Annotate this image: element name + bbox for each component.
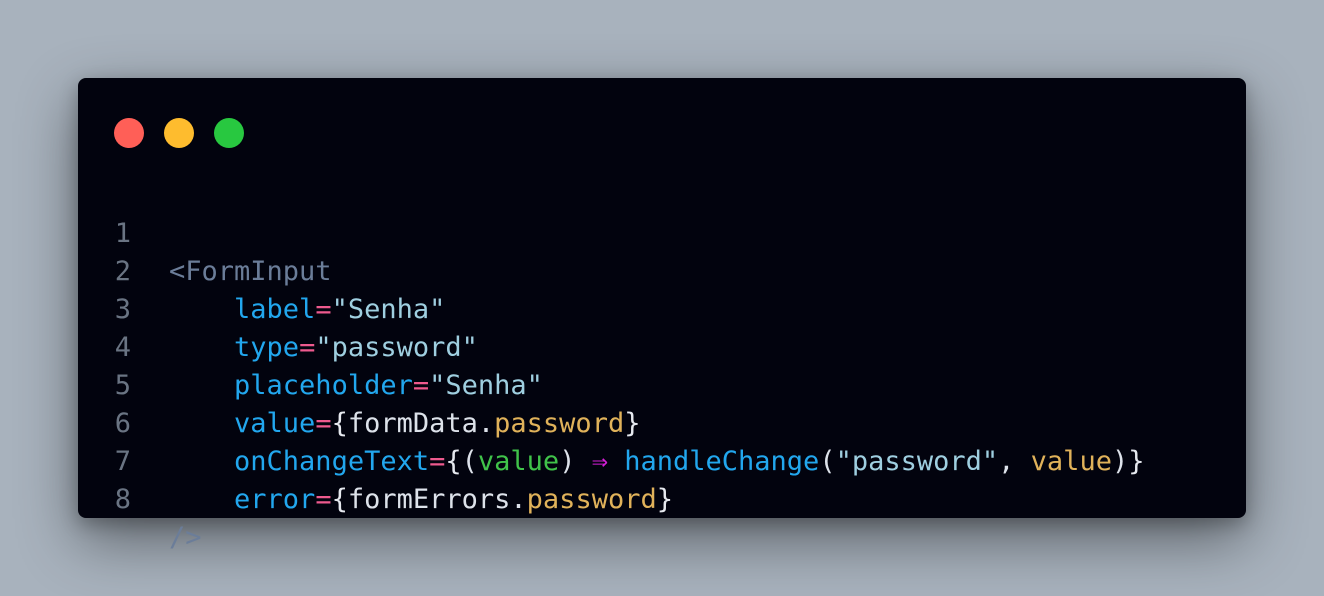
code-line-8: 8 /> <box>78 443 202 553</box>
attr-name: value <box>234 408 316 439</box>
open-brace: { <box>331 484 348 515</box>
attr-name: error <box>234 484 316 515</box>
line-source: <FormInput <box>169 253 332 291</box>
line-source: label="Senha" <box>169 291 445 329</box>
attr-name: onChangeText <box>234 446 430 477</box>
open-brace: { <box>331 408 348 439</box>
close-brace: } <box>1128 446 1145 477</box>
value-argument: value <box>1030 446 1112 477</box>
property-name: password <box>494 408 625 439</box>
arrow-operator: ⇒ <box>591 446 608 477</box>
property-name: password <box>526 484 657 515</box>
close-dot-icon[interactable] <box>114 118 144 148</box>
line-source: error={formErrors.password} <box>169 481 673 519</box>
window-controls <box>114 118 244 148</box>
code-window: 1 <FormInput 2 label="Senha" 3 type="pas… <box>78 78 1246 553</box>
open-brace: { <box>445 446 462 477</box>
attr-equals: = <box>315 408 332 439</box>
code-line-5: 5 value={formData.password} <box>78 329 641 439</box>
attr-equals: = <box>315 484 332 515</box>
line-source: value={formData.password} <box>169 405 640 443</box>
code-line-1: 1 <FormInput <box>78 177 332 287</box>
call-close-paren: ) <box>1111 446 1129 477</box>
attr-equals: = <box>412 370 430 401</box>
attr-name: label <box>234 294 316 325</box>
code-line-4: 4 placeholder="Senha" <box>78 291 543 401</box>
code-line-2: 2 label="Senha" <box>78 215 446 325</box>
object-identifier: formErrors <box>347 484 511 515</box>
code-line-3: 3 type="password" <box>78 253 478 363</box>
open-paren: ( <box>461 446 478 477</box>
line-source: placeholder="Senha" <box>169 367 543 405</box>
attr-equals: = <box>315 294 332 325</box>
attr-string: "Senha" <box>429 370 543 401</box>
attr-name: type <box>234 332 300 363</box>
jsx-self-close: /> <box>169 522 202 553</box>
close-paren: ) <box>559 446 576 477</box>
code-block: 1 <FormInput 2 label="Senha" 3 type="pas… <box>78 177 1145 553</box>
arrow-param: value <box>477 446 560 477</box>
line-source: /> <box>169 519 202 557</box>
attr-string: "Senha" <box>331 294 446 325</box>
line-source: type="password" <box>169 329 478 367</box>
member-dot: . <box>510 484 527 515</box>
jsx-open-tag: <FormInput <box>169 256 332 287</box>
minimize-dot-icon[interactable] <box>164 118 194 148</box>
close-brace: } <box>656 484 673 515</box>
object-identifier: formData <box>347 408 478 439</box>
member-dot: . <box>477 408 495 439</box>
maximize-dot-icon[interactable] <box>214 118 244 148</box>
attr-equals: = <box>429 446 446 477</box>
comma: , <box>998 446 1031 477</box>
line-source: onChangeText={(value) ⇒ handleChange("pa… <box>169 443 1144 481</box>
attr-equals: = <box>299 332 316 363</box>
call-open-paren: ( <box>819 446 836 477</box>
string-argument: "password" <box>835 446 999 477</box>
function-name: handleChange <box>624 446 820 477</box>
line-number: 8 <box>114 484 131 515</box>
code-line-6: 6 onChangeText={(value) ⇒ handleChange("… <box>78 367 1145 477</box>
attr-string: "password" <box>315 332 478 363</box>
close-brace: } <box>624 408 641 439</box>
code-line-7: 7 error={formErrors.password} <box>78 405 673 515</box>
attr-name: placeholder <box>234 370 413 401</box>
